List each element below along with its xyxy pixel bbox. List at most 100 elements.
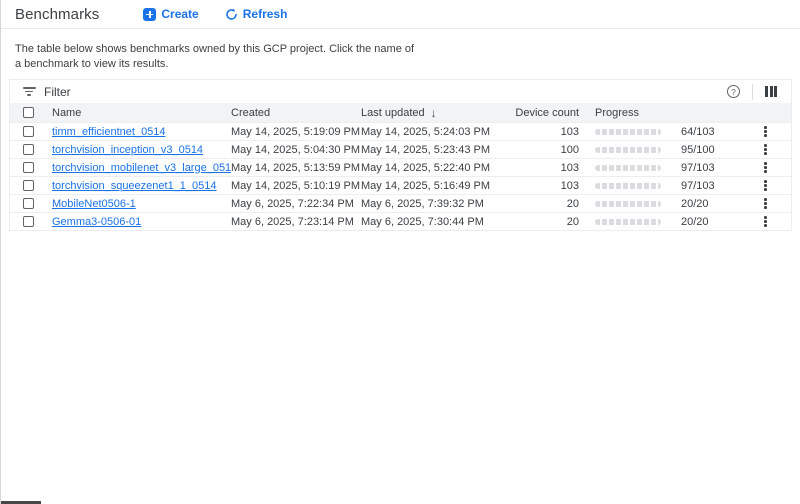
filter-label: Filter (44, 85, 71, 99)
progress-bar (595, 183, 661, 189)
table-toolbar: Filter ? (10, 80, 791, 103)
row-overflow-menu-icon[interactable] (762, 160, 769, 175)
row-overflow-menu-icon[interactable] (762, 214, 769, 229)
last-updated-cell: May 14, 2025, 5:16:49 PM (361, 180, 491, 192)
filter-button[interactable]: Filter (22, 85, 71, 99)
created-cell: May 14, 2025, 5:13:59 PM (231, 162, 361, 174)
add-box-icon (143, 8, 156, 21)
benchmark-name-cell: torchvision_inception_v3_0514 (52, 144, 231, 156)
row-menu-cell (725, 214, 791, 229)
row-checkbox[interactable] (23, 180, 34, 191)
progress-bar (595, 165, 661, 171)
description-line-1: The table below shows benchmarks owned b… (15, 42, 800, 57)
last-updated-cell: May 14, 2025, 5:23:43 PM (361, 144, 491, 156)
row-checkbox[interactable] (23, 162, 34, 173)
benchmark-name-link[interactable]: timm_efficientnet_0514 (52, 126, 166, 138)
benchmark-name-link[interactable]: MobileNet0506-1 (52, 198, 136, 210)
benchmark-name-cell: MobileNet0506-1 (52, 198, 231, 210)
benchmark-name-cell: timm_efficientnet_0514 (52, 126, 231, 138)
column-header-device-count[interactable]: Device count (491, 107, 579, 119)
progress-fraction: 64/103 (681, 126, 725, 138)
description-text: The table below shows benchmarks owned b… (15, 42, 800, 72)
row-checkbox-cell (10, 216, 52, 227)
row-checkbox[interactable] (23, 216, 34, 227)
row-overflow-menu-icon[interactable] (762, 124, 769, 139)
progress-cell: 97/103 (595, 162, 725, 174)
row-menu-cell (725, 196, 791, 211)
benchmark-name-link[interactable]: Gemma3-0506-01 (52, 216, 141, 228)
row-overflow-menu-icon[interactable] (762, 178, 769, 193)
progress-fraction: 97/103 (681, 162, 725, 174)
row-checkbox-cell (10, 162, 52, 173)
table-row: torchvision_inception_v3_0514 May 14, 20… (10, 140, 791, 158)
column-header-name[interactable]: Name (52, 107, 231, 119)
table-row: torchvision_squeezenet1_1_0514 May 14, 2… (10, 176, 791, 194)
progress-cell: 20/20 (595, 198, 725, 210)
description-line-2: a benchmark to view its results. (15, 57, 800, 72)
benchmark-name-cell: Gemma3-0506-01 (52, 216, 231, 228)
benchmark-name-link[interactable]: torchvision_mobilenet_v3_large_0514 (52, 162, 231, 174)
device-count-cell: 20 (491, 198, 579, 210)
benchmarks-page: { "header": { "title": "Benchmarks", "cr… (0, 0, 800, 504)
row-checkbox[interactable] (23, 198, 34, 209)
row-menu-cell (725, 160, 791, 175)
progress-cell: 64/103 (595, 126, 725, 138)
row-checkbox-cell (10, 126, 52, 137)
progress-fraction: 20/20 (681, 198, 725, 210)
row-overflow-menu-icon[interactable] (762, 142, 769, 157)
column-header-progress[interactable]: Progress (595, 107, 639, 119)
page-title: Benchmarks (1, 6, 99, 23)
table-row: timm_efficientnet_0514 May 14, 2025, 5:1… (10, 122, 791, 140)
filter-icon (22, 87, 36, 97)
create-button[interactable]: Create (143, 7, 198, 21)
device-count-cell: 103 (491, 180, 579, 192)
created-cell: May 6, 2025, 7:22:34 PM (231, 198, 361, 210)
refresh-icon (225, 8, 238, 21)
device-count-cell: 103 (491, 126, 579, 138)
refresh-button[interactable]: Refresh (225, 7, 288, 21)
column-header-last-updated-label: Last updated (361, 107, 425, 119)
column-header-created[interactable]: Created (231, 107, 361, 119)
row-overflow-menu-icon[interactable] (762, 196, 769, 211)
last-updated-cell: May 6, 2025, 7:39:32 PM (361, 198, 491, 210)
device-count-cell: 20 (491, 216, 579, 228)
last-updated-cell: May 14, 2025, 5:22:40 PM (361, 162, 491, 174)
table-row: Gemma3-0506-01 May 6, 2025, 7:23:14 PM M… (10, 212, 791, 230)
device-count-cell: 100 (491, 144, 579, 156)
row-menu-cell (725, 178, 791, 193)
created-cell: May 14, 2025, 5:04:30 PM (231, 144, 361, 156)
progress-bar (595, 201, 661, 207)
toolbar-actions: ? (727, 84, 781, 100)
progress-cell: 20/20 (595, 216, 725, 228)
progress-fraction: 97/103 (681, 180, 725, 192)
progress-fraction: 95/100 (681, 144, 725, 156)
benchmark-name-cell: torchvision_mobilenet_v3_large_0514 (52, 162, 231, 174)
table-header-row: Name Created Last updated ↓ Device count… (10, 103, 791, 122)
benchmark-name-link[interactable]: torchvision_inception_v3_0514 (52, 144, 203, 156)
progress-fraction: 20/20 (681, 216, 725, 228)
select-all-checkbox[interactable] (23, 107, 34, 118)
progress-cell: 95/100 (595, 144, 725, 156)
created-cell: May 14, 2025, 5:10:19 PM (231, 180, 361, 192)
toolbar-divider (752, 84, 753, 100)
benchmark-name-link[interactable]: torchvision_squeezenet1_1_0514 (52, 180, 217, 192)
row-checkbox[interactable] (23, 144, 34, 155)
sort-descending-icon: ↓ (431, 106, 437, 120)
row-menu-cell (725, 124, 791, 139)
benchmark-name-cell: torchvision_squeezenet1_1_0514 (52, 180, 231, 192)
row-menu-cell (725, 142, 791, 157)
progress-cell: 97/103 (595, 180, 725, 192)
row-checkbox-cell (10, 198, 52, 209)
help-icon[interactable]: ? (727, 85, 740, 98)
row-checkbox[interactable] (23, 126, 34, 137)
row-checkbox-cell (10, 180, 52, 191)
row-checkbox-cell (10, 144, 52, 155)
table-body: timm_efficientnet_0514 May 14, 2025, 5:1… (10, 122, 791, 230)
column-settings-icon[interactable] (765, 86, 781, 97)
column-header-last-updated[interactable]: Last updated ↓ (361, 106, 491, 120)
benchmarks-table-card: Filter ? Name Created Last updated ↓ Dev… (9, 79, 792, 231)
progress-bar (595, 219, 661, 225)
progress-bar (595, 129, 661, 135)
table-row: MobileNet0506-1 May 6, 2025, 7:22:34 PM … (10, 194, 791, 212)
last-updated-cell: May 6, 2025, 7:30:44 PM (361, 216, 491, 228)
